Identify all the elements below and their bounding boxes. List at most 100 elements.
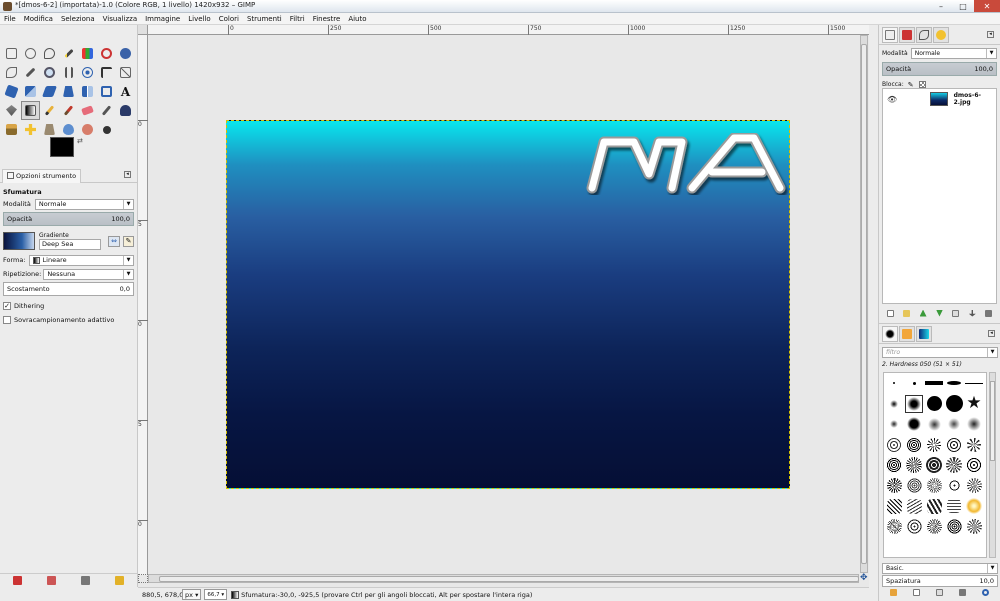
- brush-item[interactable]: [964, 517, 984, 538]
- refresh-brushes-icon[interactable]: [982, 588, 989, 596]
- brush-item[interactable]: [924, 496, 944, 517]
- brush-item[interactable]: [944, 435, 964, 456]
- dithering-checkbox[interactable]: ✓: [3, 302, 11, 310]
- tab-patterns[interactable]: [899, 326, 915, 342]
- anchor-layer-icon[interactable]: [968, 309, 976, 317]
- brush-item[interactable]: [904, 373, 924, 394]
- new-brush-icon[interactable]: [913, 588, 920, 596]
- scrollbar-thumb[interactable]: [990, 381, 995, 461]
- restore-options-icon[interactable]: [46, 576, 56, 585]
- lower-layer-icon[interactable]: [935, 309, 943, 317]
- brush-item[interactable]: [884, 455, 904, 476]
- delete-brush-icon[interactable]: [959, 588, 966, 596]
- select-by-color-tool[interactable]: [78, 44, 97, 63]
- new-layer-icon[interactable]: [886, 309, 894, 317]
- quick-mask-icon[interactable]: [138, 574, 148, 583]
- gradient-name-field[interactable]: Deep Sea: [39, 239, 101, 250]
- tab-gradients[interactable]: [916, 326, 932, 342]
- brush-item[interactable]: [924, 435, 944, 456]
- menu-livello[interactable]: Livello: [184, 13, 214, 24]
- scissors-tool[interactable]: [97, 44, 116, 63]
- brush-item[interactable]: [904, 496, 924, 517]
- close-button[interactable]: ✕: [974, 0, 1000, 12]
- brush-item[interactable]: [944, 414, 964, 435]
- menu-aiuto[interactable]: Aiuto: [344, 13, 370, 24]
- raise-layer-icon[interactable]: [919, 309, 927, 317]
- airbrush-tool[interactable]: [97, 101, 116, 120]
- brush-item[interactable]: [904, 435, 924, 456]
- rect-select-tool[interactable]: [2, 44, 21, 63]
- spacing-slider[interactable]: Spaziatura 10,0: [882, 574, 998, 587]
- perspective-tool[interactable]: [59, 82, 78, 101]
- shape-select[interactable]: Lineare ▼: [28, 254, 134, 266]
- delete-options-icon[interactable]: [81, 576, 91, 585]
- save-options-icon[interactable]: [12, 576, 22, 585]
- reset-options-icon[interactable]: [115, 576, 125, 585]
- bucket-fill-tool[interactable]: [2, 101, 21, 120]
- brush-item[interactable]: [884, 373, 904, 394]
- offset-slider[interactable]: Scostamento 0,0: [3, 282, 134, 296]
- clone-tool[interactable]: [2, 120, 21, 139]
- brush-item[interactable]: [924, 455, 944, 476]
- opacity-slider[interactable]: Opacità 100,0: [3, 212, 134, 226]
- text-tool[interactable]: A: [116, 82, 135, 101]
- foreground-select-tool[interactable]: [116, 44, 135, 63]
- paintbrush-tool[interactable]: [59, 101, 78, 120]
- mode-select[interactable]: Normale ▼: [34, 198, 134, 210]
- tab-undo[interactable]: [933, 27, 949, 43]
- brush-item[interactable]: [904, 517, 924, 538]
- menu-strumenti[interactable]: Strumenti: [243, 13, 286, 24]
- brush-filter-input[interactable]: filtro ▼: [882, 346, 998, 358]
- brush-item[interactable]: [884, 496, 904, 517]
- cage-tool[interactable]: [97, 82, 116, 101]
- brush-item[interactable]: [884, 476, 904, 497]
- brush-item[interactable]: [924, 517, 944, 538]
- brush-item[interactable]: [924, 373, 944, 394]
- tab-brushes[interactable]: [882, 326, 898, 342]
- edit-gradient-icon[interactable]: ✎: [123, 235, 134, 247]
- brush-item[interactable]: [964, 476, 984, 497]
- reverse-gradient-icon[interactable]: ⇔: [108, 235, 120, 247]
- brush-item-selected[interactable]: [904, 394, 924, 415]
- brush-item[interactable]: [944, 517, 964, 538]
- new-group-icon[interactable]: [903, 309, 911, 317]
- brush-item[interactable]: [944, 455, 964, 476]
- ellipse-select-tool[interactable]: [21, 44, 40, 63]
- blend-tool[interactable]: [21, 101, 40, 120]
- flip-tool[interactable]: [78, 82, 97, 101]
- scale-tool[interactable]: [21, 82, 40, 101]
- visibility-eye-icon[interactable]: 👁: [887, 95, 900, 104]
- supersampling-checkbox[interactable]: [3, 316, 11, 324]
- horizontal-ruler[interactable]: 0 250 500 750 1000 1250 1500: [148, 25, 869, 35]
- duplicate-layer-icon[interactable]: [952, 309, 960, 317]
- shear-tool[interactable]: [40, 82, 59, 101]
- layer-mode-select[interactable]: Normale ▼: [910, 47, 997, 59]
- menu-finestre[interactable]: Finestre: [309, 13, 345, 24]
- brush-item[interactable]: [884, 517, 904, 538]
- brush-item[interactable]: [964, 373, 984, 394]
- brush-item[interactable]: [964, 435, 984, 456]
- swap-colors-icon[interactable]: ⇄: [77, 137, 83, 145]
- lock-alpha-icon[interactable]: [918, 80, 926, 88]
- measure-tool[interactable]: [59, 63, 78, 82]
- panel-menu-icon[interactable]: ◂: [988, 330, 995, 337]
- align-tool[interactable]: [97, 63, 116, 82]
- lock-pixels-icon[interactable]: ✎: [908, 81, 915, 89]
- brush-item[interactable]: [964, 496, 984, 517]
- gradient-preview[interactable]: [3, 232, 35, 250]
- repeat-select[interactable]: Nessuna ▼: [43, 268, 134, 280]
- brush-item[interactable]: [944, 394, 964, 415]
- menu-modifica[interactable]: Modifica: [20, 13, 57, 24]
- zoom-select[interactable]: 66,7 ▾: [204, 589, 228, 600]
- minimize-button[interactable]: –: [930, 0, 952, 12]
- delete-layer-icon[interactable]: [985, 309, 993, 317]
- scrollbar-thumb[interactable]: [159, 576, 859, 582]
- pencil-tool[interactable]: [40, 101, 59, 120]
- tab-channels[interactable]: [899, 27, 915, 43]
- zoom-tool[interactable]: [40, 63, 59, 82]
- brush-item[interactable]: [904, 476, 924, 497]
- crop-tool[interactable]: [116, 63, 135, 82]
- brush-preset-select[interactable]: Basic. ▼: [882, 562, 998, 574]
- brush-item[interactable]: [944, 476, 964, 497]
- menu-immagine[interactable]: Immagine: [141, 13, 184, 24]
